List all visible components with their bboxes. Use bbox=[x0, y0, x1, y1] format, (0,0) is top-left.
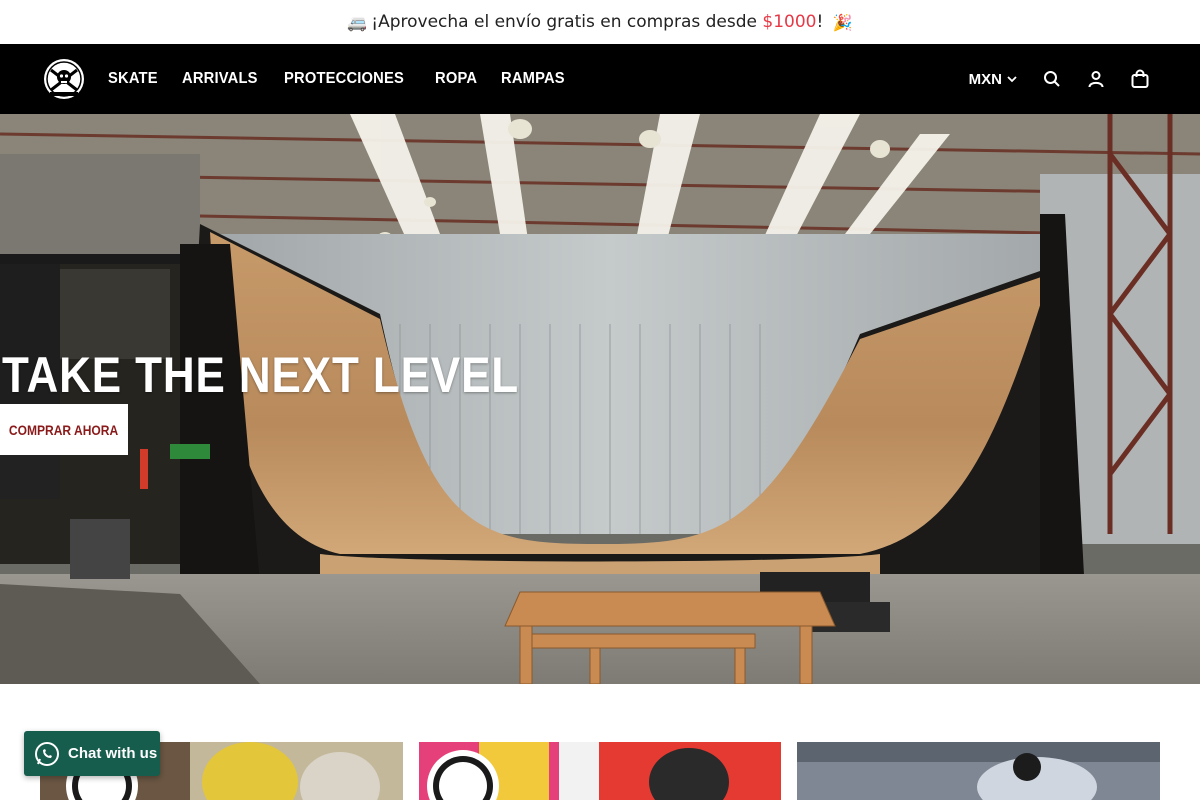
announcement-price: $1000 bbox=[762, 12, 817, 32]
nav-item-rampas[interactable]: RAMPAS bbox=[501, 70, 565, 88]
main-navigation: SKATE ARRIVALS PROTECCIONES ROPA RAMPAS … bbox=[0, 44, 1200, 114]
shopping-bag-icon bbox=[1131, 69, 1149, 88]
cart-button[interactable] bbox=[1130, 69, 1150, 89]
nav-menu: SKATE ARRIVALS PROTECCIONES ROPA RAMPAS bbox=[108, 44, 570, 114]
collection-image bbox=[418, 742, 782, 800]
announcement-text: ¡Aprovecha el envío gratis en compras de… bbox=[371, 12, 763, 32]
store-logo[interactable] bbox=[42, 56, 86, 102]
nav-item-arrivals[interactable]: ARRIVALS bbox=[182, 70, 258, 88]
nav-item-ropa[interactable]: ROPA bbox=[435, 70, 477, 88]
announcement-text-end: ! bbox=[816, 12, 829, 32]
collection-card[interactable] bbox=[797, 742, 1161, 800]
announcement-bar: 🚐 ¡Aprovecha el envío gratis en compras … bbox=[0, 0, 1200, 44]
account-button[interactable] bbox=[1086, 69, 1106, 89]
currency-label: MXN bbox=[968, 70, 1002, 88]
hero-banner: TAKE THE NEXT LEVEL COMPRAR AHORA bbox=[0, 114, 1200, 684]
nav-item-skate[interactable]: SKATE bbox=[108, 70, 158, 88]
nav-tools: MXN bbox=[969, 44, 1150, 114]
hero-title: TAKE THE NEXT LEVEL bbox=[2, 347, 520, 403]
whatsapp-icon bbox=[35, 741, 59, 766]
chat-label: Chat with us bbox=[68, 745, 158, 762]
user-icon bbox=[1088, 71, 1104, 88]
search-button[interactable] bbox=[1042, 69, 1062, 89]
shop-now-label: COMPRAR AHORA bbox=[9, 421, 119, 438]
collection-image bbox=[797, 742, 1161, 800]
search-icon bbox=[1044, 71, 1060, 87]
currency-selector[interactable]: MXN bbox=[969, 71, 1018, 88]
logo-icon bbox=[44, 59, 84, 99]
nav-item-protecciones[interactable]: PROTECCIONES bbox=[284, 70, 404, 88]
chat-widget-button[interactable]: Chat with us bbox=[24, 731, 160, 776]
collection-card[interactable] bbox=[418, 742, 782, 800]
shop-now-button[interactable]: COMPRAR AHORA bbox=[0, 404, 128, 455]
chevron-down-icon bbox=[1007, 76, 1017, 83]
van-icon: 🚐 bbox=[347, 12, 368, 32]
collection-cards bbox=[40, 742, 1161, 800]
party-icon: 🎉 bbox=[832, 12, 853, 32]
